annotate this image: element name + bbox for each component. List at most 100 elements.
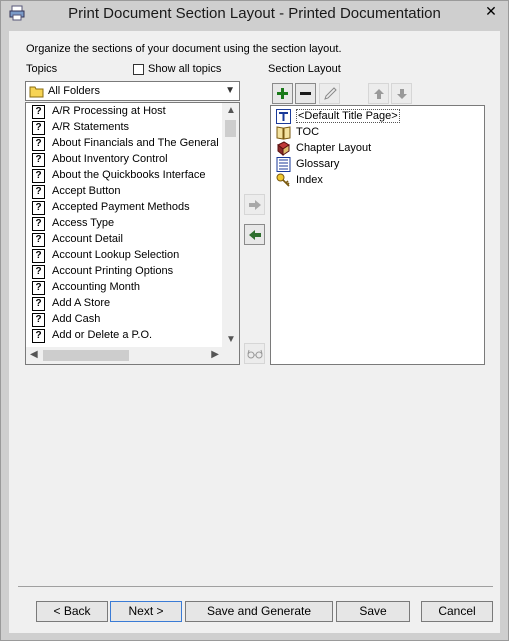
vertical-scroll-thumb[interactable]: [225, 120, 236, 137]
save-button[interactable]: Save: [336, 601, 410, 622]
cancel-button[interactable]: Cancel: [421, 601, 493, 622]
list-item[interactable]: <Default Title Page>: [275, 109, 475, 125]
add-to-layout-button[interactable]: [244, 194, 265, 215]
list-item[interactable]: ? Account Detail: [30, 232, 220, 248]
next-button[interactable]: Next >: [110, 601, 182, 622]
list-item[interactable]: ? Accounting Month: [30, 280, 220, 296]
back-button[interactable]: < Back: [36, 601, 108, 622]
topics-vertical-scrollbar[interactable]: ▲ ▼: [222, 103, 239, 347]
show-all-topics-checkbox[interactable]: [133, 64, 144, 75]
show-all-topics-label[interactable]: Show all topics: [148, 63, 221, 75]
minus-icon: [300, 92, 311, 95]
list-item-label: TOC: [296, 126, 320, 138]
instructions-text: Organize the sections of your document u…: [26, 43, 342, 55]
help-topic-icon: ?: [32, 233, 45, 247]
list-item[interactable]: Index: [275, 173, 475, 189]
list-item-label: About Inventory Control: [52, 153, 168, 165]
horizontal-scroll-thumb[interactable]: [43, 350, 129, 361]
scroll-left-icon[interactable]: ◀: [30, 349, 38, 360]
list-item[interactable]: ? Accepted Payment Methods: [30, 200, 220, 216]
list-item-label: Accounting Month: [52, 281, 141, 293]
glasses-icon: [247, 349, 262, 359]
topics-list[interactable]: ? A/R Processing at Host ? A/R Statements …: [25, 102, 240, 365]
help-topic-icon: ?: [32, 249, 45, 263]
help-topic-icon: ?: [32, 105, 45, 119]
help-topic-icon: ?: [32, 265, 45, 279]
list-item[interactable]: ? About Inventory Control: [30, 152, 220, 168]
list-item-label: A/R Statements: [52, 121, 130, 133]
scroll-up-icon[interactable]: ▲: [226, 105, 236, 116]
list-item[interactable]: Chapter Layout: [275, 141, 475, 157]
toc-book-icon: [276, 126, 291, 140]
list-item[interactable]: ? About the Quickbooks Interface: [30, 168, 220, 184]
list-item[interactable]: ? Access Type: [30, 216, 220, 232]
help-topic-icon: ?: [32, 121, 45, 135]
arrow-down-icon: [396, 89, 407, 99]
glossary-icon: [276, 157, 291, 172]
title-page-icon: [276, 109, 291, 124]
list-item-label: Add A Store: [52, 297, 111, 309]
arrow-right-icon: [248, 200, 261, 210]
help-topic-icon: ?: [32, 297, 45, 311]
list-item[interactable]: ? Account Lookup Selection: [30, 248, 220, 264]
section-layout-list[interactable]: <Default Title Page> TOC Chapter Layout …: [270, 105, 485, 365]
topics-label: Topics: [26, 63, 58, 75]
help-topic-icon: ?: [32, 185, 45, 199]
save-and-generate-button[interactable]: Save and Generate: [185, 601, 333, 622]
list-item[interactable]: ? Accept Button: [30, 184, 220, 200]
chevron-down-icon[interactable]: ▼: [225, 85, 235, 96]
list-item[interactable]: ? A/R Statements: [30, 120, 220, 136]
scroll-right-icon[interactable]: ▶: [211, 349, 219, 360]
list-item-label: Account Printing Options: [52, 265, 174, 277]
list-item[interactable]: ? Add A Store: [30, 296, 220, 312]
list-item-label: Add or Delete a P.O.: [52, 329, 153, 341]
list-item-label: Access Type: [52, 217, 115, 229]
list-item-label: Accept Button: [52, 185, 121, 197]
list-item-label: Glossary: [296, 158, 340, 170]
footer-divider: [18, 586, 493, 587]
list-item-label: Account Lookup Selection: [52, 249, 180, 261]
help-topic-icon: ?: [32, 169, 45, 183]
arrow-left-icon: [248, 230, 261, 240]
window-title: Print Document Section Layout - Printed …: [68, 5, 441, 22]
list-item-label: <Default Title Page>: [296, 109, 400, 123]
list-item-label: Account Detail: [52, 233, 123, 245]
preview-button[interactable]: [244, 343, 265, 364]
close-window-button[interactable]: ✕: [480, 1, 502, 21]
index-key-icon: [276, 173, 290, 187]
edit-section-button[interactable]: [319, 83, 340, 104]
list-item[interactable]: ? About Financials and The General L: [30, 136, 228, 152]
move-up-button[interactable]: [368, 83, 389, 104]
list-item[interactable]: Glossary: [275, 157, 475, 173]
folder-icon: [29, 86, 44, 98]
list-item[interactable]: ? Account Printing Options: [30, 264, 220, 280]
arrow-up-icon: [373, 89, 384, 99]
move-down-button[interactable]: [391, 83, 412, 104]
list-item-label: About the Quickbooks Interface: [52, 169, 206, 181]
help-topic-icon: ?: [32, 201, 45, 215]
folder-select-value: All Folders: [48, 85, 100, 97]
pencil-icon: [323, 87, 337, 100]
remove-from-layout-button[interactable]: [244, 224, 265, 245]
add-section-button[interactable]: [272, 83, 293, 104]
list-item[interactable]: ? Add or Delete a P.O.: [30, 328, 220, 344]
scroll-down-icon[interactable]: ▼: [226, 334, 236, 345]
help-topic-icon: ?: [32, 313, 45, 327]
plus-icon: [277, 88, 288, 99]
list-item[interactable]: TOC: [275, 125, 475, 141]
list-item-label: Chapter Layout: [296, 142, 372, 154]
help-topic-icon: ?: [32, 153, 45, 167]
list-item[interactable]: ? Add Cash: [30, 312, 220, 328]
title-bar: Print Document Section Layout - Printed …: [1, 1, 508, 25]
topics-horizontal-scrollbar[interactable]: ◀ ▶: [26, 347, 223, 364]
list-item-label: About Financials and The General L: [52, 137, 228, 149]
list-item[interactable]: ? A/R Processing at Host: [30, 104, 220, 120]
chapter-book-icon: [277, 141, 290, 156]
folder-select[interactable]: All Folders ▼: [25, 81, 240, 101]
list-item-label: Index: [296, 174, 323, 186]
help-topic-icon: ?: [32, 329, 45, 343]
remove-section-button[interactable]: [295, 83, 316, 104]
list-item-label: Add Cash: [52, 313, 101, 325]
list-item-label: Accepted Payment Methods: [52, 201, 190, 213]
list-item-label: A/R Processing at Host: [52, 105, 166, 117]
